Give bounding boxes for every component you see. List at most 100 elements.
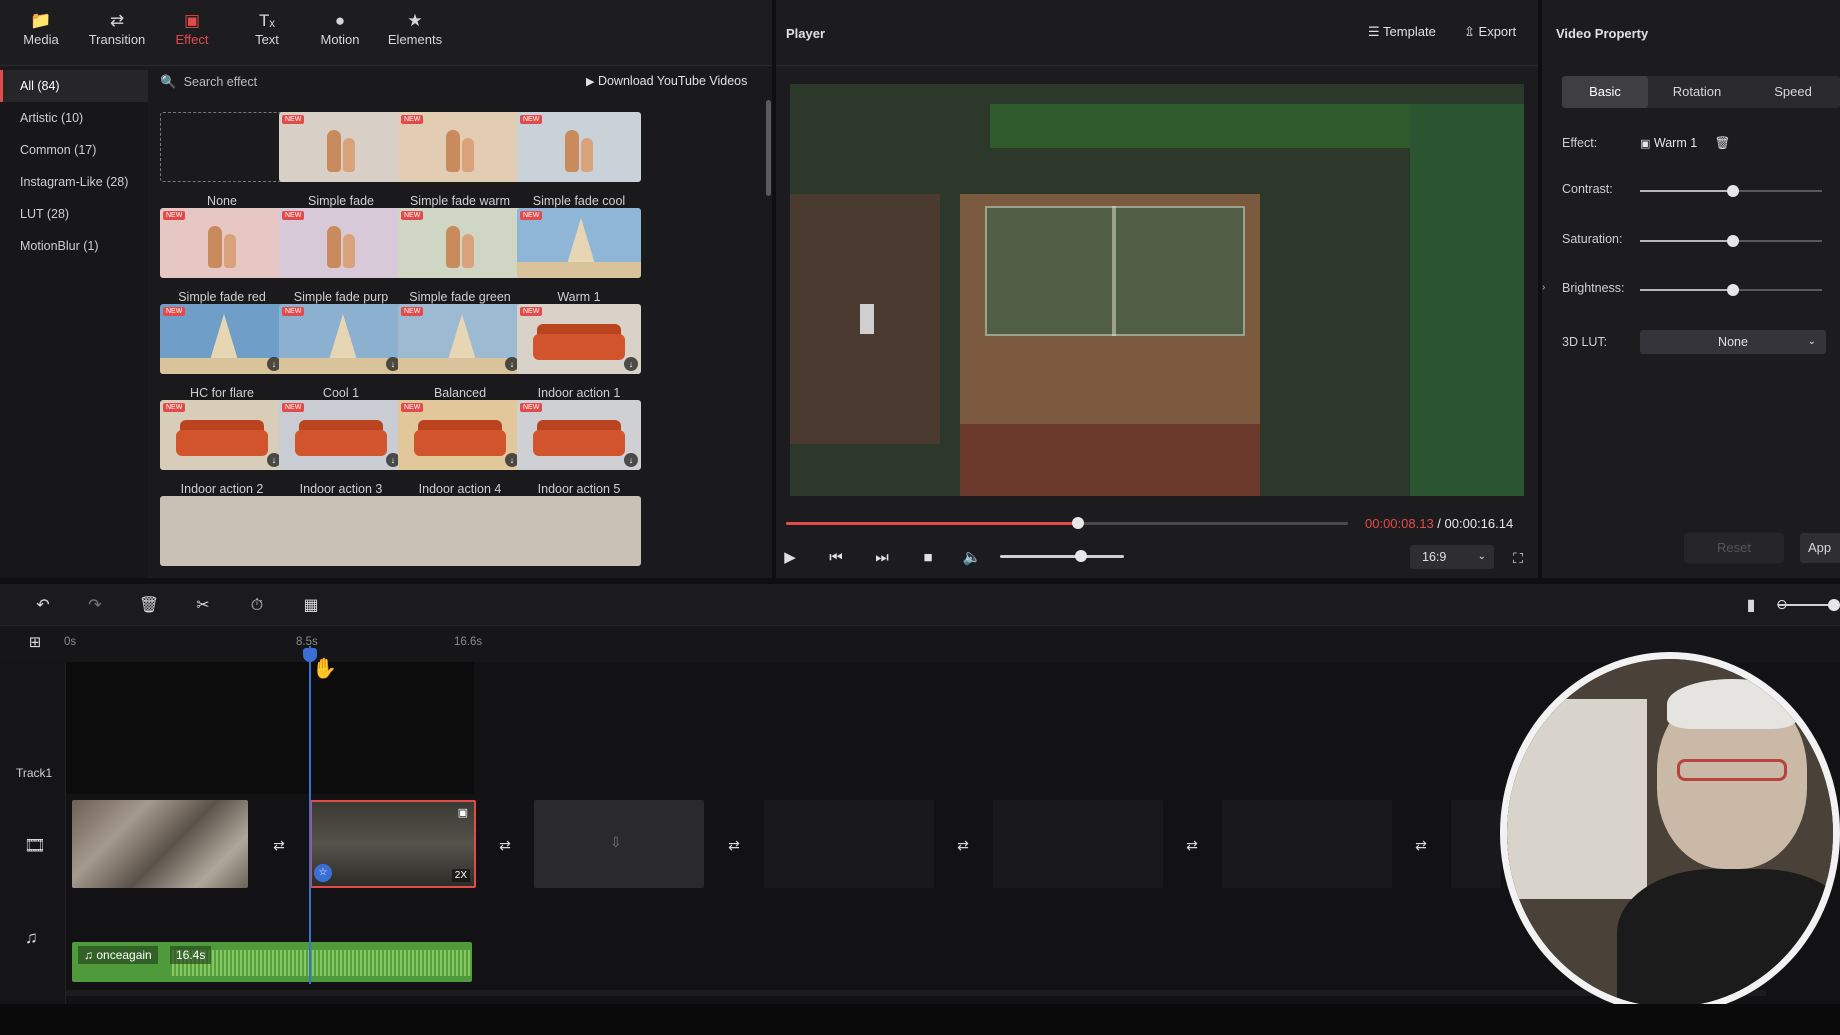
toolbar-transition[interactable]: ⇄ Transition — [80, 10, 154, 60]
transition-swap-icon[interactable]: ⇄ — [1181, 836, 1203, 854]
vase-shape — [446, 130, 460, 172]
effect-card[interactable]: None — [160, 112, 284, 208]
category-all[interactable]: All (84) — [0, 70, 148, 102]
delete-icon[interactable]: 🗑 — [138, 595, 160, 617]
toolbar-motion[interactable]: ● Motion — [303, 10, 377, 60]
effect-card[interactable]: NEW ↓ HC for flare — [160, 304, 284, 400]
split-icon[interactable]: ✂ — [192, 595, 214, 617]
aspect-ratio-select[interactable]: 16:9 ⌄ — [1410, 545, 1494, 569]
add-track-icon[interactable]: ⊞ — [24, 632, 46, 654]
effect-card[interactable]: NEW Simple fade purp — [279, 208, 403, 304]
effect-thumbnail[interactable] — [160, 496, 284, 566]
timeline-zoom-handle[interactable] — [1828, 599, 1840, 611]
timeline-zoom-slider[interactable] — [1778, 599, 1840, 611]
effect-card[interactable]: NEW Warm 1 — [517, 208, 641, 304]
category-artistic[interactable]: Artistic (10) — [0, 102, 148, 134]
video-property-panel: › Video Property Basic Rotation Speed Ef… — [1542, 0, 1840, 578]
transition-swap-icon[interactable]: ⇄ — [1410, 836, 1432, 854]
effect-card[interactable]: NEW ↓ Indoor action 1 — [517, 304, 641, 400]
video-preview[interactable] — [790, 84, 1524, 496]
apply-button[interactable]: App — [1800, 533, 1840, 563]
effect-card[interactable]: NEW Simple fade — [279, 112, 403, 208]
effect-label: Simple fade green — [409, 290, 511, 304]
effect-card[interactable]: NEW ↓ Indoor action 2 — [160, 400, 284, 496]
clip-slot-empty[interactable] — [1222, 800, 1392, 888]
effect-card[interactable]: NEW ↓ Indoor action 3 — [279, 400, 403, 496]
category-instagram-like[interactable]: Instagram-Like (28) — [0, 166, 148, 198]
contrast-slider[interactable] — [1640, 185, 1822, 197]
brightness-handle[interactable] — [1726, 284, 1739, 296]
contrast-handle[interactable] — [1726, 185, 1739, 197]
volume-slider-handle[interactable] — [1074, 550, 1087, 562]
search-effect-input[interactable]: 🔍 Search effect — [160, 74, 420, 96]
fit-timeline-icon[interactable]: ▮ — [1740, 595, 1762, 617]
tab-speed[interactable]: Speed — [1746, 76, 1840, 108]
effect-thumbnail[interactable] — [398, 496, 522, 566]
playhead-line[interactable] — [309, 646, 311, 984]
clip-slot-empty[interactable] — [764, 800, 934, 888]
reset-button[interactable]: Reset — [1684, 533, 1784, 563]
clip-slot-empty[interactable] — [993, 800, 1163, 888]
category-common[interactable]: Common (17) — [0, 134, 148, 166]
track1-lane[interactable] — [66, 662, 474, 794]
tab-rotation[interactable]: Rotation — [1648, 76, 1746, 108]
redo-icon[interactable]: ↷ — [84, 595, 106, 617]
effect-card[interactable]: NEW Simple fade green — [398, 208, 522, 304]
video-clip-1[interactable] — [72, 800, 248, 888]
next-frame-icon[interactable]: ⏭ — [872, 548, 892, 568]
clip-slot-drop[interactable]: ⇩ — [534, 800, 704, 888]
saturation-slider[interactable] — [1640, 235, 1822, 247]
sail-shape — [210, 314, 238, 360]
effect-card[interactable]: NEW ↓ Balanced — [398, 304, 522, 400]
toolbar-effect[interactable]: ▣ Effect — [155, 10, 229, 60]
lut-select[interactable]: None ⌄ — [1640, 330, 1826, 354]
download-youtube-button[interactable]: ▶ Download YouTube Videos — [586, 74, 766, 96]
effect-card[interactable]: NEW Simple fade red — [160, 208, 284, 304]
play-icon[interactable]: ▶ — [780, 548, 800, 568]
download-icon[interactable]: ↓ — [624, 357, 638, 371]
playback-progress-handle[interactable] — [1072, 517, 1085, 529]
category-motionblur[interactable]: MotionBlur (1) — [0, 230, 148, 262]
transition-swap-icon[interactable]: ⇄ — [952, 836, 974, 854]
audio-clip[interactable]: ♫ onceagain 16.4s — [72, 942, 472, 982]
download-icon[interactable]: ↓ — [624, 453, 638, 467]
category-lut[interactable]: LUT (28) — [0, 198, 148, 230]
brightness-slider[interactable] — [1640, 284, 1822, 296]
previous-frame-icon[interactable]: ⏮ — [826, 548, 846, 568]
trash-icon[interactable]: 🗑 — [1715, 136, 1731, 150]
effect-grid-scrollbar[interactable] — [766, 100, 771, 196]
effect-library-panel: 📁 Media ⇄ Transition ▣ Effect Tₓ Text ● … — [0, 0, 772, 578]
fullscreen-icon[interactable]: ⛶ — [1508, 548, 1528, 568]
effect-card[interactable]: NEW ↓ Cool 1 — [279, 304, 403, 400]
export-button[interactable]: ⇫ Export — [1464, 24, 1516, 40]
transition-swap-icon[interactable]: ⇄ — [723, 836, 745, 854]
video-clip-2-selected[interactable]: ▣ 2X ☆ — [310, 800, 476, 888]
brightness-label: Brightness: — [1562, 281, 1625, 295]
collapse-panel-icon[interactable]: › — [1542, 282, 1550, 300]
effect-thumbnail[interactable] — [279, 496, 403, 566]
volume-slider[interactable] — [1000, 550, 1124, 562]
time-ruler[interactable]: ⊞ 0s 8.5s 16.6s — [0, 626, 1840, 662]
effect-label: Simple fade purp — [293, 290, 389, 304]
undo-icon[interactable]: ↶ — [32, 595, 54, 617]
stop-icon[interactable]: ■ — [918, 548, 938, 568]
sand-shape — [279, 358, 403, 374]
clip-slot-empty[interactable] — [1451, 800, 1501, 888]
effect-card[interactable]: NEW ↓ Indoor action 4 — [398, 400, 522, 496]
toolbar-text[interactable]: Tₓ Text — [230, 10, 304, 60]
template-button[interactable]: ☰ Template — [1368, 24, 1436, 40]
toolbar-elements[interactable]: ★ Elements — [378, 10, 452, 60]
effect-card[interactable]: NEW ↓ Indoor action 5 — [517, 400, 641, 496]
crop-icon[interactable]: ▦ — [300, 595, 322, 617]
saturation-handle[interactable] — [1726, 235, 1739, 247]
transition-swap-icon[interactable]: ⇄ — [268, 836, 290, 854]
effect-thumbnail[interactable] — [517, 496, 641, 566]
tab-basic[interactable]: Basic — [1562, 76, 1648, 108]
speed-icon[interactable]: ⏱ — [246, 595, 268, 617]
effect-card[interactable]: NEW Simple fade warm — [398, 112, 522, 208]
effect-card[interactable]: NEW Simple fade cool — [517, 112, 641, 208]
playback-progress-bar[interactable] — [786, 517, 1348, 529]
volume-icon[interactable]: 🔈 — [962, 548, 982, 568]
toolbar-media[interactable]: 📁 Media — [4, 10, 78, 60]
transition-swap-icon[interactable]: ⇄ — [494, 836, 516, 854]
